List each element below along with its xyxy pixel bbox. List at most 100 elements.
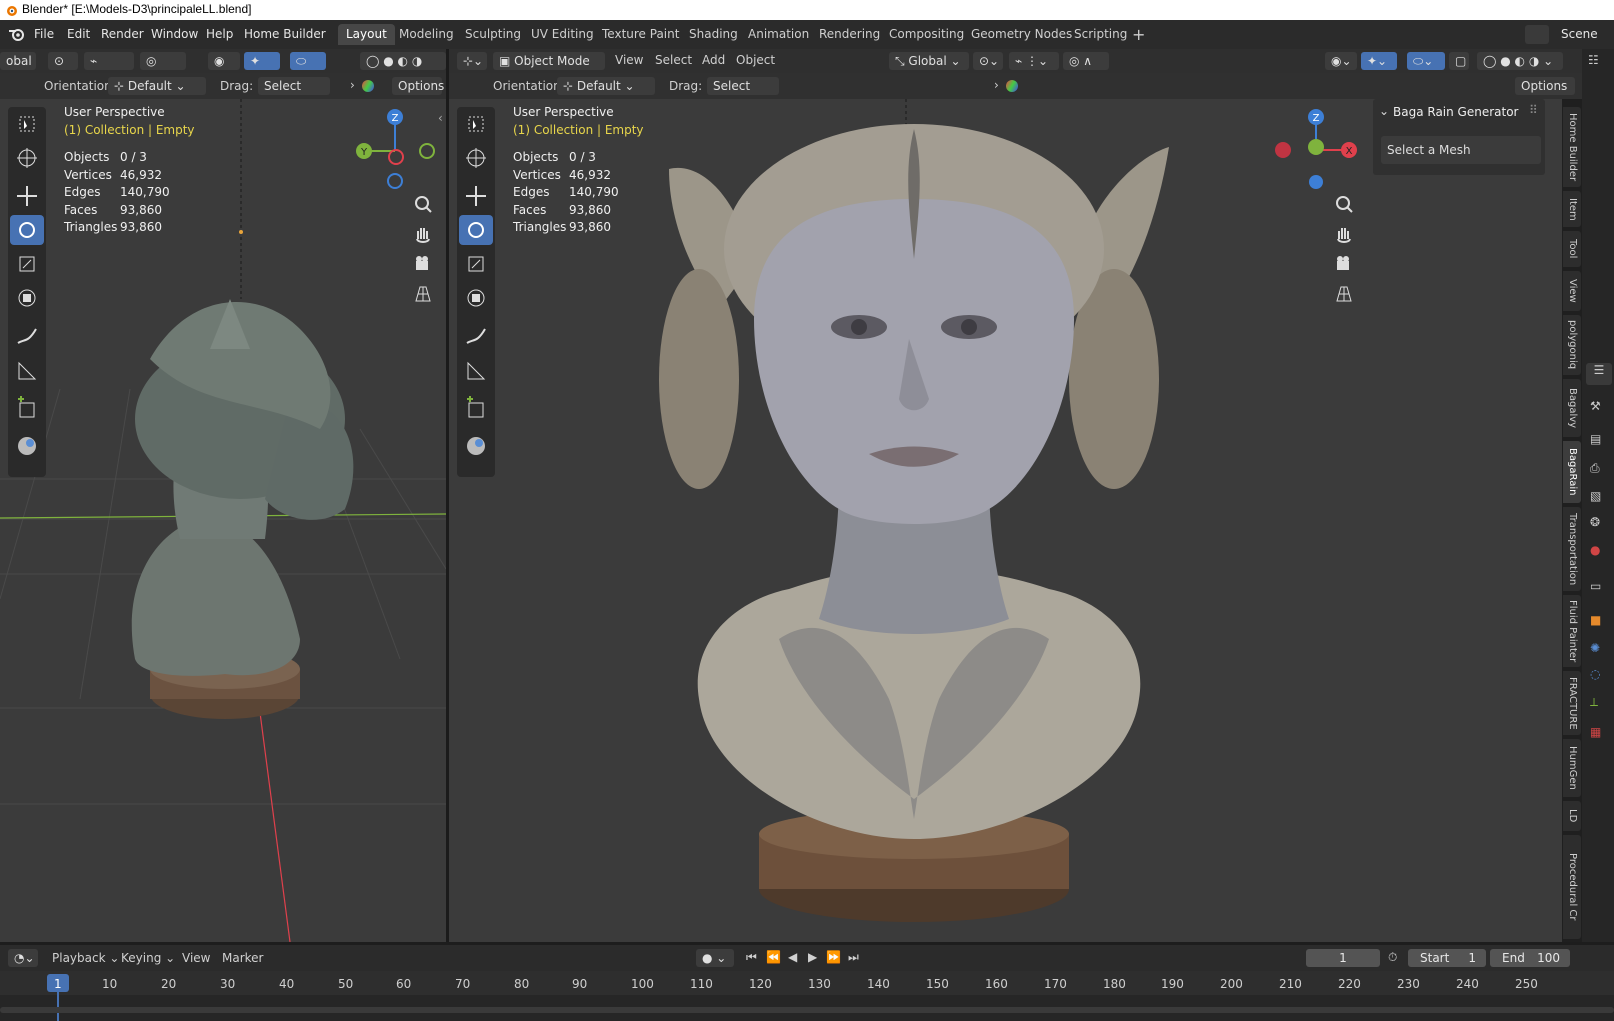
timeline-menu-view[interactable]: View (182, 951, 210, 965)
sidetab-bagarain[interactable]: BagaRain (1563, 441, 1581, 503)
left-scale-tool[interactable] (10, 249, 44, 279)
sidetab-view[interactable]: View (1563, 271, 1581, 311)
properties-menu-icon[interactable]: ☰ (1586, 363, 1612, 385)
left-shading-buttons[interactable]: ◯ ● ◐ ◑ (360, 52, 446, 70)
world-props-icon[interactable]: ● (1590, 543, 1600, 557)
prev-keyframe-icon[interactable]: ⏪ (766, 950, 781, 964)
left-transform-tool[interactable] (10, 283, 44, 313)
left-extra-tool[interactable] (10, 431, 44, 461)
sidetab-item[interactable]: Item (1563, 191, 1581, 227)
measure-tool[interactable] (459, 355, 493, 385)
menu-add[interactable]: Add (702, 53, 725, 67)
left-gizmo-icon[interactable]: ✦ (244, 52, 280, 70)
select-box-tool[interactable] (459, 109, 493, 139)
sidetab-humgen[interactable]: HumGen (1563, 739, 1581, 797)
left-zoom-icon[interactable] (410, 191, 436, 217)
timeline-menu-keying[interactable]: Keying ⌄ (121, 951, 175, 965)
menu-render[interactable]: Render (101, 27, 144, 41)
annotate-tool[interactable] (459, 321, 493, 351)
pivot-point-icon[interactable]: ⊙⌄ (973, 52, 1003, 70)
tab-shading[interactable]: Shading (681, 24, 746, 45)
pan-hand-icon[interactable] (1331, 221, 1357, 247)
timeline-menu-marker[interactable]: Marker (222, 951, 263, 965)
left-rotate-tool[interactable] (10, 215, 44, 245)
add-workspace-icon[interactable]: + (1132, 25, 1145, 44)
play-reverse-icon[interactable]: ◀ (788, 950, 797, 964)
left-cursor-tool[interactable] (10, 143, 44, 173)
scene-selector-icon[interactable] (1525, 25, 1549, 44)
navigation-gizmo[interactable]: Z X (1271, 105, 1361, 195)
tab-uv-editing[interactable]: UV Editing (523, 24, 602, 45)
ortho-grid-icon[interactable] (1331, 281, 1357, 307)
tab-rendering[interactable]: Rendering (811, 24, 888, 45)
current-frame-field[interactable]: 1 (1306, 949, 1380, 967)
options-button[interactable]: Options ⌄ (1515, 77, 1575, 111)
menu-home-builder[interactable]: Home Builder (244, 27, 326, 41)
timeline-area[interactable]: 1 10 20 30 40 50 60 70 80 90 100 110 120 130 140 150 160… (0, 971, 1614, 1021)
xray-icon[interactable]: ▢ (1449, 52, 1469, 70)
left-add-cube-tool[interactable] (10, 393, 44, 423)
left-orientation-dropdown[interactable]: ⊹ Default ⌄ (108, 77, 206, 95)
sidetab-tool[interactable]: Tool (1563, 231, 1581, 267)
scene-name[interactable]: Scene (1561, 27, 1598, 41)
output-props-icon[interactable]: ⎙ (1590, 461, 1600, 476)
texture-props-icon[interactable]: ▦ (1590, 725, 1601, 739)
left-select-box-tool[interactable] (10, 109, 44, 139)
left-overlay-icon[interactable]: ⬭ (290, 52, 326, 70)
timeline-editor-type-icon[interactable]: ◔⌄ (8, 949, 38, 967)
select-mesh-field[interactable]: Select a Mesh (1381, 136, 1541, 164)
tab-animation[interactable]: Animation (740, 24, 817, 45)
scale-tool[interactable] (459, 249, 493, 279)
tab-compositing[interactable]: Compositing (881, 24, 972, 45)
preview-range-icon[interactable]: ⏱ (1388, 950, 1397, 965)
collapse-chevron-icon[interactable]: › (994, 78, 999, 92)
sidetab-polygoniq[interactable]: polygoniq (1563, 315, 1581, 375)
left-proportional-icon[interactable]: ◎ (140, 52, 186, 70)
left-measure-tool[interactable] (10, 355, 44, 385)
jump-end-icon[interactable]: ⏭ (848, 950, 859, 965)
object-props-icon[interactable]: ■ (1590, 613, 1601, 627)
left-camera-icon[interactable] (410, 251, 436, 277)
object-mode-dropdown[interactable]: ▣ Object Mode ⌄ (493, 52, 605, 86)
menu-edit[interactable]: Edit (67, 27, 90, 41)
sidetab-fracture[interactable]: FRACTURE (1563, 671, 1581, 735)
render-props-icon[interactable]: ▤ (1590, 432, 1601, 446)
editor-type-icon[interactable]: ⊹⌄ (457, 52, 487, 70)
tab-modeling[interactable]: Modeling (391, 24, 462, 45)
shading-mode-buttons[interactable]: ◯ ● ◐ ◑ ⌄ (1477, 52, 1563, 70)
menu-help[interactable]: Help (206, 27, 233, 41)
sidetab-bagalvy[interactable]: Bagalvy (1563, 379, 1581, 437)
view-layer-props-icon[interactable]: ▧ (1590, 489, 1601, 503)
left-snap-icon[interactable]: ⌁ (84, 52, 134, 70)
menu-file[interactable]: File (34, 27, 54, 41)
tab-geometry-nodes[interactable]: Geometry Nodes (963, 24, 1080, 45)
left-collapse-chevron-icon[interactable]: › (350, 78, 355, 92)
proportional-edit-icon[interactable]: ◎ ∧ (1063, 52, 1109, 70)
blender-menu-icon[interactable] (8, 26, 26, 42)
menu-view[interactable]: View (615, 53, 643, 67)
sidetab-ld[interactable]: LD (1563, 801, 1581, 831)
play-icon[interactable]: ▶ (808, 950, 817, 964)
left-drag-dropdown[interactable]: Select Box⌄ (258, 77, 330, 111)
physics-props-icon[interactable]: ◌ (1590, 667, 1600, 681)
timeline-scrollbar[interactable] (0, 1007, 1614, 1013)
modifier-props-icon[interactable]: ✺ (1590, 641, 1600, 655)
properties-editor-icon[interactable]: ☷ (1588, 53, 1608, 71)
left-annotate-tool[interactable] (10, 321, 44, 351)
gizmo-toggle-icon[interactable]: ✦⌄ (1361, 52, 1397, 70)
menu-window[interactable]: Window (151, 27, 198, 41)
orientation-dropdown[interactable]: ⊹ Default ⌄ (557, 77, 655, 95)
visibility-icon[interactable]: ◉⌄ (1325, 52, 1357, 70)
tab-layout[interactable]: Layout (338, 24, 395, 45)
left-pivot-icon[interactable]: ⊙ (48, 52, 78, 70)
left-transform-orientation[interactable]: obal (0, 52, 36, 70)
left-ortho-grid-icon[interactable] (410, 281, 436, 307)
end-frame-field[interactable]: End 100 (1490, 949, 1570, 967)
panel-collapse-chevron-icon[interactable]: ⌄ (1379, 104, 1389, 118)
panel-title[interactable]: Baga Rain Generator (1393, 105, 1519, 119)
panel-drag-handle-icon[interactable]: ⠿ (1529, 103, 1538, 117)
drag-dropdown[interactable]: Select Box⌄ (707, 77, 779, 111)
left-visibility-icon[interactable]: ◉ (208, 52, 240, 70)
menu-select[interactable]: Select (655, 53, 692, 67)
zoom-icon[interactable] (1331, 191, 1357, 217)
